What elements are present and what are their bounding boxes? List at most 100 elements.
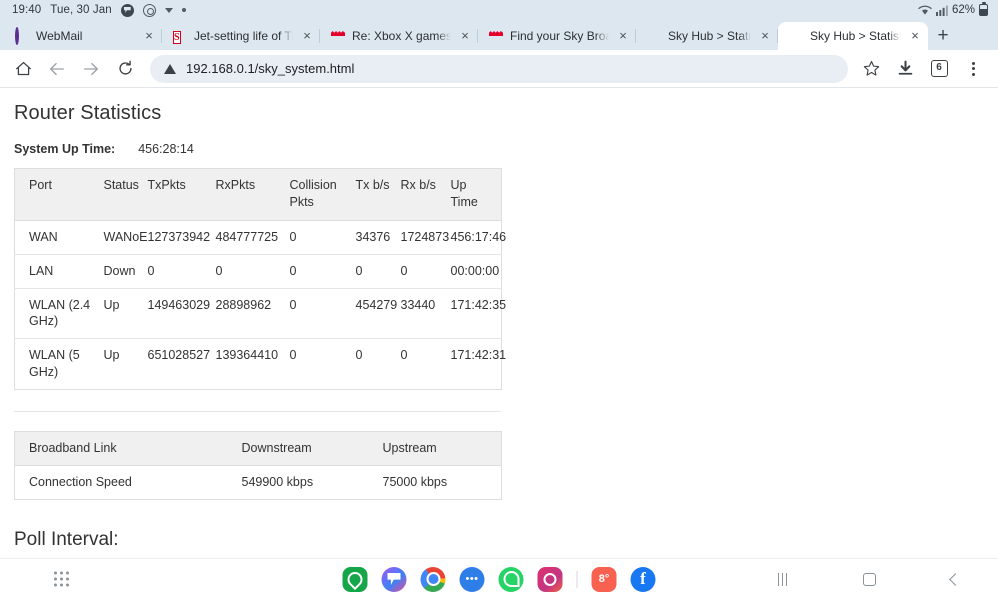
battery-percent-label: 62% bbox=[951, 4, 975, 16]
dock-divider bbox=[576, 570, 578, 588]
cell-tx-bs: 0 bbox=[350, 253, 396, 288]
whatsapp-app-icon[interactable] bbox=[498, 566, 524, 592]
status-date: Tue, 30 Jan bbox=[50, 4, 112, 16]
recents-icon[interactable] bbox=[777, 572, 788, 586]
system-uptime-value: 456:28:14 bbox=[138, 142, 194, 156]
cell-status: Up bbox=[98, 338, 143, 390]
cell-rx-bs: 1724873 bbox=[400, 229, 450, 244]
table-header-row: Broadband Link Downstream Upstream bbox=[14, 431, 502, 466]
wifi-icon bbox=[918, 5, 932, 15]
status-time: 19:40 bbox=[12, 4, 42, 16]
browser-tab-sky-hub-statistics[interactable]: Sky Hub > Statistics × bbox=[778, 22, 928, 50]
poll-interval-heading: Poll Interval: bbox=[14, 529, 119, 550]
eight-degrees-app-icon[interactable] bbox=[591, 566, 617, 592]
cell-up-time: 00:00:00 bbox=[445, 253, 502, 288]
close-icon[interactable]: × bbox=[300, 29, 314, 43]
table-row: WLAN (2.4 GHz) Up 149463029 28898962 0 4… bbox=[14, 287, 506, 339]
browser-tab-traitors[interactable]: S Jet-setting life of Traitors × bbox=[162, 22, 320, 50]
menu-button[interactable] bbox=[956, 52, 990, 86]
bookmark-star-icon[interactable] bbox=[854, 52, 888, 86]
browser-tab-sky-broadband[interactable]: Find your Sky Broadband × bbox=[478, 22, 636, 50]
cell-port: LAN bbox=[14, 253, 99, 288]
tab-count-label: 6 bbox=[930, 60, 948, 77]
column-header-txpkts: TxPkts bbox=[142, 168, 211, 221]
table-row: WAN WANoE 127373942 484777725 0 34376 17… bbox=[15, 220, 507, 254]
tab-counter-button[interactable]: 6 bbox=[922, 52, 956, 86]
at-circle-icon bbox=[142, 3, 156, 17]
browser-tab-xbox[interactable]: Re: Xbox X games lagging × bbox=[320, 22, 478, 50]
cell-collision: 0 bbox=[289, 229, 297, 244]
tab-label: Re: Xbox X games lagging bbox=[352, 29, 451, 43]
cell-txpkts: 651028527 bbox=[142, 338, 211, 390]
chrome-app-icon[interactable] bbox=[420, 566, 446, 592]
app-dock bbox=[342, 566, 656, 592]
download-icon[interactable] bbox=[888, 52, 922, 86]
home-button[interactable] bbox=[6, 52, 40, 86]
instagram-app-icon[interactable] bbox=[537, 566, 563, 592]
status-bar-right: 62% bbox=[918, 2, 988, 16]
tab-label: Sky Hub > Status bbox=[668, 29, 751, 43]
cell-status: Up bbox=[98, 287, 143, 339]
new-tab-button[interactable]: + bbox=[928, 22, 958, 50]
close-icon[interactable]: × bbox=[458, 29, 472, 43]
cell-downstream: 549900 kbps bbox=[227, 465, 369, 500]
sun-icon: S bbox=[173, 31, 181, 44]
table-head: Broadband Link Downstream Upstream bbox=[14, 431, 502, 466]
column-header-downstream: Downstream bbox=[227, 431, 369, 466]
address-bar[interactable]: 192.168.0.1/sky_system.html bbox=[150, 54, 848, 83]
table-head: Port Status TxPkts RxPkts Collision Pkts… bbox=[14, 168, 502, 221]
mirror-icon bbox=[489, 29, 503, 43]
tab-label: Find your Sky Broadband bbox=[510, 29, 609, 43]
home-icon[interactable] bbox=[862, 572, 876, 586]
android-nav-bar bbox=[740, 559, 998, 599]
column-header-collision-pkts: Collision Pkts bbox=[284, 168, 351, 221]
browser-tab-sky-hub-status[interactable]: Sky Hub > Status × bbox=[636, 22, 778, 50]
android-bottom-bar bbox=[0, 558, 998, 599]
page-title: Router Statistics bbox=[14, 102, 162, 124]
broadband-link-table: Broadband Link Downstream Upstream Conne… bbox=[14, 431, 502, 500]
cell-tx-bs: 34376 bbox=[355, 229, 391, 244]
router-statistics-page: Router Statistics System Up Time: 456:28… bbox=[0, 88, 998, 558]
tab-label: Sky Hub > Statistics bbox=[810, 29, 901, 43]
reload-button[interactable] bbox=[108, 52, 142, 86]
table-header-row: Port Status TxPkts RxPkts Collision Pkts… bbox=[14, 168, 502, 221]
facebook-app-icon[interactable] bbox=[630, 566, 656, 592]
cell-up-time: 171:42:35 bbox=[445, 287, 506, 339]
dot-icon bbox=[181, 8, 186, 12]
system-uptime-label: System Up Time: bbox=[14, 142, 116, 156]
battery-icon bbox=[979, 2, 988, 16]
cell-status: Down bbox=[98, 253, 143, 288]
cell-rx-bs: 0 bbox=[395, 253, 446, 288]
column-header-rxpkts: RxPkts bbox=[210, 168, 285, 221]
cell-upstream: 75000 kbps bbox=[368, 465, 502, 500]
cell-rxpkts: 484777725 bbox=[215, 229, 279, 244]
column-header-up-time: Up Time bbox=[445, 168, 502, 221]
address-bar-url: 192.168.0.1/sky_system.html bbox=[186, 61, 355, 76]
close-icon[interactable]: × bbox=[908, 29, 922, 43]
back-icon[interactable] bbox=[949, 572, 963, 586]
cell-txpkts: 127373942 bbox=[147, 229, 211, 244]
cell-txpkts: 0 bbox=[142, 253, 211, 288]
cell-tx-bs: 0 bbox=[350, 338, 396, 390]
messenger-app-icon[interactable] bbox=[381, 566, 407, 592]
column-header-upstream: Upstream bbox=[368, 431, 502, 466]
phone-app-icon[interactable] bbox=[342, 566, 368, 592]
tab-label: Jet-setting life of Traitors bbox=[194, 29, 293, 43]
cell-port: WLAN (2.4 GHz) bbox=[14, 287, 99, 339]
messages-app-icon[interactable] bbox=[459, 566, 485, 592]
cell-up-time: 171:42:31 bbox=[445, 338, 506, 390]
close-icon[interactable]: × bbox=[758, 29, 772, 43]
app-drawer-icon[interactable] bbox=[54, 571, 69, 587]
cell-port: WAN bbox=[29, 229, 58, 244]
close-icon[interactable]: × bbox=[616, 29, 630, 43]
forward-button[interactable] bbox=[74, 52, 108, 86]
cell-up-time: 456:17:46 bbox=[450, 229, 507, 244]
browser-tab-webmail[interactable]: WebMail × bbox=[4, 22, 162, 50]
cell-link-name: Connection Speed bbox=[14, 465, 228, 500]
webmail-icon bbox=[15, 27, 29, 45]
cell-collision: 0 bbox=[284, 253, 351, 288]
back-button[interactable] bbox=[40, 52, 74, 86]
cell-status: WANoE bbox=[103, 229, 148, 244]
table-row: WLAN (5 GHz) Up 651028527 139364410 0 0 … bbox=[14, 338, 506, 390]
close-icon[interactable]: × bbox=[142, 29, 156, 43]
